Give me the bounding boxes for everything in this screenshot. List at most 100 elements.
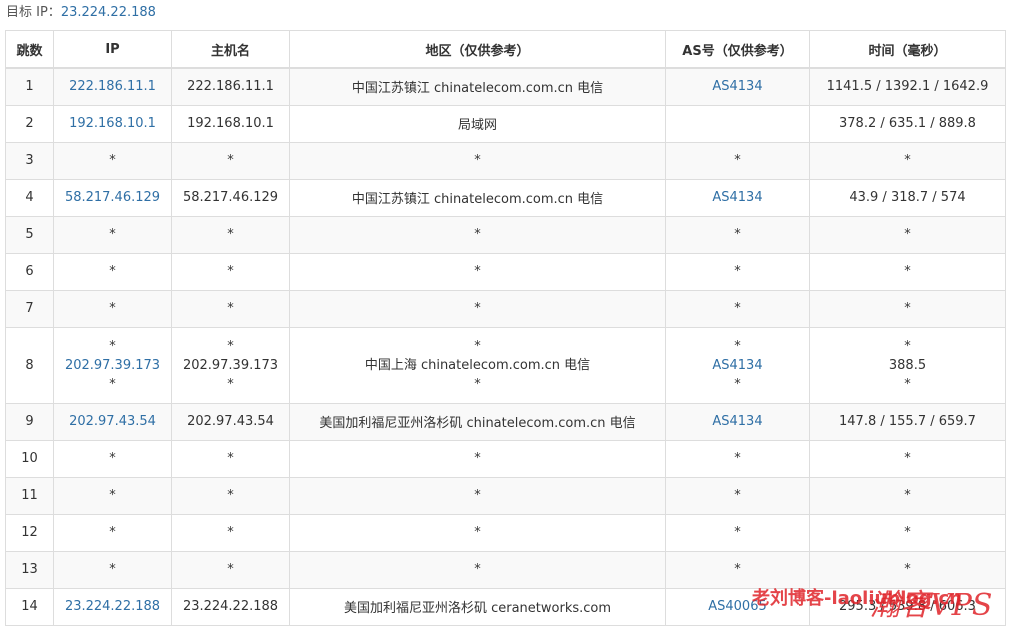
hostname-cell: * [171, 439, 290, 478]
region-cell-value: 美国加利福尼亚州洛杉矶 chinatelecom.com.cn 电信 [319, 416, 636, 431]
ip-cell: 202.97.43.54 [53, 402, 172, 441]
hostname-cell: * [171, 215, 290, 254]
table-row: 10 * * * * * [5, 439, 1006, 478]
hop-cell-value: 5 [25, 227, 34, 242]
hostname-cell: * [171, 252, 290, 291]
table-row: 9 202.97.43.54 202.97.43.54 美国加利福尼亚州洛杉矶 chi… [5, 402, 1006, 441]
region-cell-line: 中国上海 chinatelecom.com.cn 电信 [364, 357, 591, 373]
region-cell: * [289, 513, 666, 552]
as-cell: * AS4134 * [665, 326, 810, 404]
as-cell: * [665, 513, 810, 552]
hostname-cell-value: * [227, 227, 234, 242]
hostname-cell-value: * [227, 562, 234, 577]
ip-cell-value[interactable]: 202.97.43.54 [69, 414, 156, 429]
hop-cell: 6 [5, 252, 54, 291]
time-cell-value: 1141.5 / 1392.1 / 1642.9 [826, 79, 989, 95]
time-cell: 1141.5 / 1392.1 / 1642.9 [809, 67, 1006, 106]
time-cell-value: * [904, 227, 911, 242]
as-cell-value: * [734, 264, 741, 279]
target-ip-line: 目标 IP：23.224.22.188 [6, 4, 156, 22]
hostname-cell-line: 202.97.39.173 [182, 357, 279, 373]
as-cell: AS4134 [665, 178, 810, 217]
region-cell: * [289, 289, 666, 328]
table-header-row: 跳数 IP 主机名 地区（仅供参考） AS号（仅供参考） 时间（毫秒） [5, 30, 1006, 69]
as-cell-line: * [734, 338, 741, 354]
region-cell: 中国江苏镇江 chinatelecom.com.cn 电信 [289, 67, 666, 106]
hostname-cell-value: 222.186.11.1 [187, 79, 274, 95]
region-cell-value: 中国江苏镇江 chinatelecom.com.cn 电信 [351, 192, 604, 207]
hop-cell: 3 [5, 141, 54, 180]
time-cell: 43.9 / 318.7 / 574 [809, 178, 1006, 217]
as-cell-value[interactable]: AS4134 [712, 414, 762, 429]
region-cell-value: * [474, 227, 481, 242]
table-row: 7 * * * * * [5, 289, 1006, 328]
ip-cell-value[interactable]: 58.217.46.129 [65, 190, 160, 205]
region-cell: 中国江苏镇江 chinatelecom.com.cn 电信 [289, 178, 666, 217]
hop-cell: 12 [5, 513, 54, 552]
hop-cell: 14 [5, 587, 54, 626]
ip-cell-value[interactable]: 192.168.10.1 [69, 116, 156, 131]
hostname-cell-value: * [227, 525, 234, 540]
col-header-region: 地区（仅供参考） [289, 30, 666, 69]
hostname-cell-value: 202.97.43.54 [187, 414, 274, 429]
as-cell-line: * [734, 376, 741, 392]
as-cell: * [665, 141, 810, 180]
as-cell-value: * [734, 488, 741, 503]
hostname-cell-value: 23.224.22.188 [182, 599, 279, 614]
region-cell: * [289, 550, 666, 589]
time-cell-value: * [904, 562, 911, 577]
table-row: 4 58.217.46.129 58.217.46.129 中国江苏镇江 chinat… [5, 178, 1006, 217]
as-cell-value[interactable]: AS4134 [712, 190, 762, 205]
ip-cell-value[interactable]: 222.186.11.1 [69, 79, 156, 94]
as-cell-value: * [734, 227, 741, 242]
as-cell-value[interactable]: AS4134 [712, 79, 762, 94]
hop-cell: 9 [5, 402, 54, 441]
hop-cell-value: 1 [25, 79, 34, 95]
hop-cell: 10 [5, 439, 54, 478]
hop-cell-value: 8 [25, 357, 34, 373]
region-cell-value: * [474, 264, 481, 279]
ip-cell: * [53, 252, 172, 291]
as-cell-value: * [734, 301, 741, 316]
as-cell-value: * [734, 153, 741, 168]
hostname-cell-value: * [227, 451, 234, 466]
hostname-cell: * [171, 550, 290, 589]
hostname-cell: * [171, 141, 290, 180]
ip-cell-value: * [109, 562, 116, 577]
region-cell-value: * [474, 301, 481, 316]
table-row: 5 * * * * * [5, 215, 1006, 254]
region-cell: * [289, 252, 666, 291]
ip-cell: * [53, 141, 172, 180]
time-cell-value: * [904, 525, 911, 540]
time-cell: 378.2 / 635.1 / 889.8 [809, 104, 1006, 143]
time-cell-line: * [904, 376, 911, 392]
region-cell-value: 局域网 [457, 118, 497, 133]
as-cell: * [665, 439, 810, 478]
ip-cell-line: * [109, 338, 116, 354]
time-cell-value: * [904, 301, 911, 316]
ip-cell-line[interactable]: 202.97.39.173 [55, 356, 171, 375]
table-row: 11 * * * * * [5, 476, 1006, 515]
target-ip-value[interactable]: 23.224.22.188 [61, 5, 156, 20]
col-header-time: 时间（毫秒） [809, 30, 1006, 69]
time-cell: 147.8 / 155.7 / 659.7 [809, 402, 1006, 441]
region-cell: 美国加利福尼亚州洛杉矶 chinatelecom.com.cn 电信 [289, 402, 666, 441]
time-cell-line: * [904, 338, 911, 354]
ip-cell-value[interactable]: 23.224.22.188 [65, 599, 160, 614]
as-cell-line[interactable]: AS4134 [667, 356, 809, 375]
table-row: 3 * * * * * [5, 141, 1006, 180]
as-cell-value: * [734, 562, 741, 577]
time-cell: * [809, 215, 1006, 254]
time-cell-line: 388.5 [888, 357, 927, 373]
hop-cell: 1 [5, 67, 54, 106]
region-cell-value: * [474, 153, 481, 168]
table-row: 1 222.186.11.1 222.186.11.1 中国江苏镇江 chinatel… [5, 67, 1006, 106]
ip-cell-value: * [109, 264, 116, 279]
hop-cell: 11 [5, 476, 54, 515]
ip-cell: * 202.97.39.173 * [53, 326, 172, 404]
ip-cell-value: * [109, 227, 116, 242]
ip-cell: 192.168.10.1 [53, 104, 172, 143]
ip-cell-value: * [109, 451, 116, 466]
hostname-cell: * 202.97.39.173 * [171, 326, 290, 404]
hostname-cell-line: * [227, 338, 234, 354]
